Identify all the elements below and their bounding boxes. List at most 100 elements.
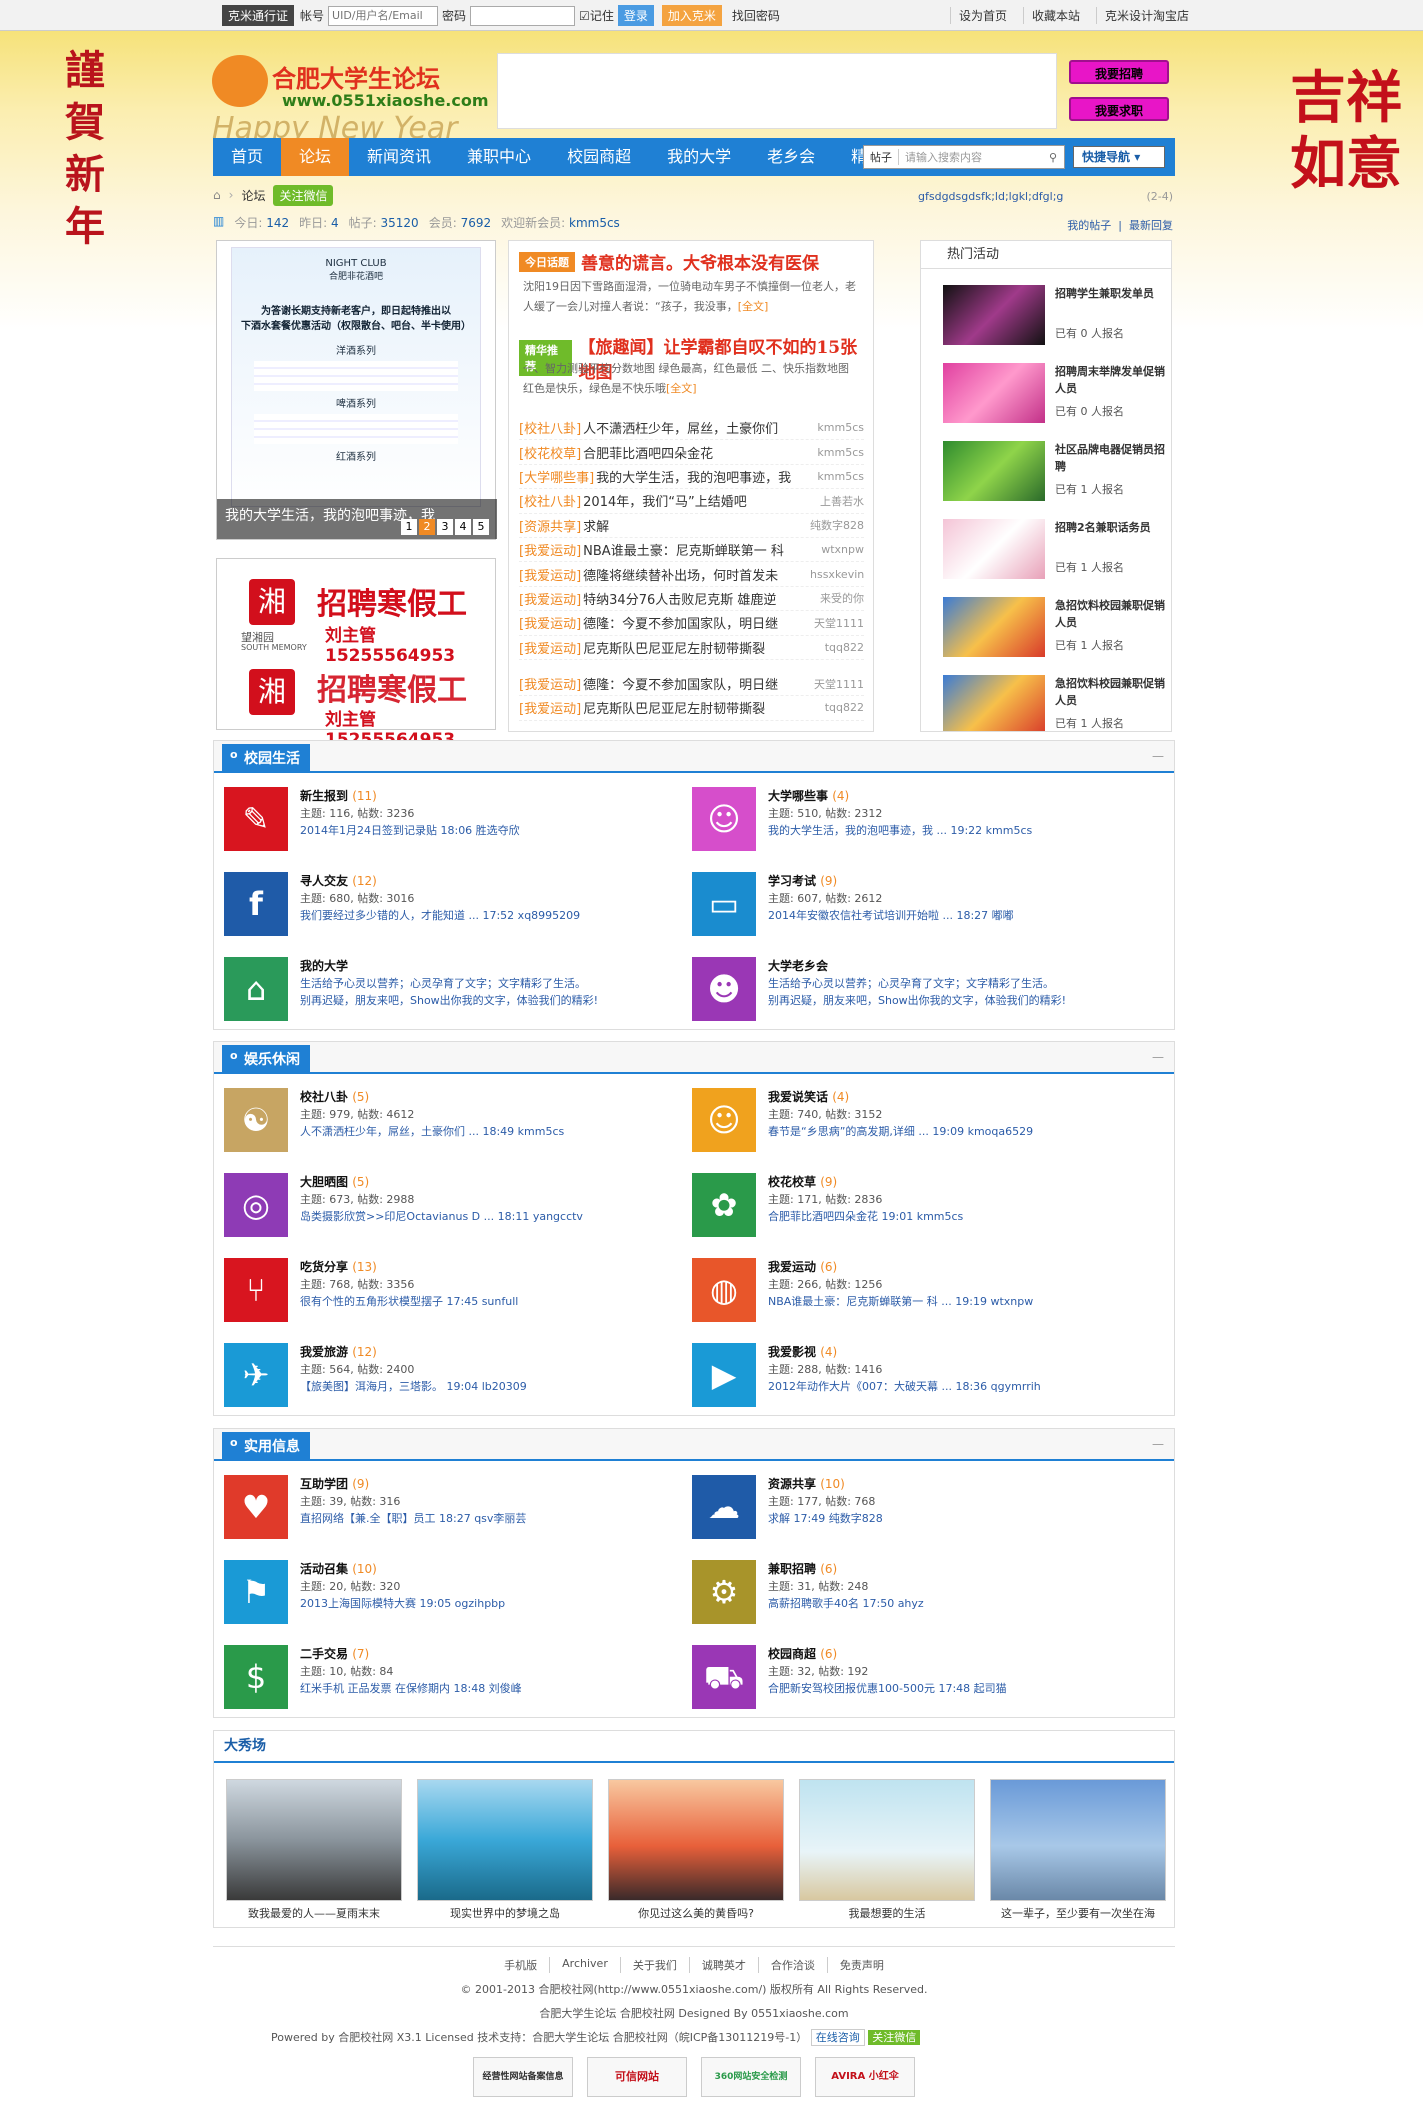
icp-badge[interactable]: 经营性网站备案信息 [473, 2057, 573, 2097]
forum-item[interactable]: ☺ 我爱说笑话 (4) 主题: 740, 帖数: 3152 春节是“乡思病”的高发期,… [682, 1084, 1142, 1154]
nav-my-university[interactable]: 我的大学 [649, 138, 749, 176]
activity-item[interactable]: 急招饮料校园兼职促销人员 已有 1 人报名 [943, 673, 1171, 731]
slide-page-3[interactable]: 3 [437, 519, 453, 535]
account-input[interactable] [328, 5, 439, 26]
slide-page-2[interactable]: 2 [419, 519, 435, 535]
footer-link-disclaimer[interactable]: 免责声明 [826, 1957, 896, 1973]
forum-item[interactable]: ◍ 我爱运动 (6) 主题: 266, 帖数: 1256 NBA谁最土豪：尼克斯蝉联第… [682, 1254, 1142, 1324]
forum-item[interactable]: ☺ 大学哪些事 (4) 主题: 510, 帖数: 2312 我的大学生活，我的泡吧事迹… [682, 783, 1142, 853]
forum-item[interactable]: ▶ 我爱影视 (4) 主题: 288, 帖数: 1416 2012年动作大片《007：… [682, 1339, 1142, 1409]
collapse-icon[interactable]: — [1152, 749, 1164, 763]
collapse-icon[interactable]: — [1152, 1437, 1164, 1451]
list-item[interactable]: [大学哪些事] 我的大学生活，我的泡吧事迹，我 kmm5cs [519, 465, 864, 490]
list-item[interactable]: [我爱运动] 特纳34分76人击败尼克斯 雄鹿逆 来受的你 [519, 587, 864, 612]
search-input[interactable]: 请输入搜索内容 [899, 149, 1042, 165]
remember-checkbox[interactable]: ☑ [579, 9, 590, 23]
collapse-icon[interactable]: — [1152, 1050, 1164, 1064]
activity-item[interactable]: 招聘周末举牌发单促销人员 已有 0 人报名 [943, 361, 1171, 439]
showcase-photo[interactable]: 这一辈子，至少要有一次坐在海 [990, 1779, 1166, 1921]
avira-badge[interactable]: AVIRA 小红伞 [815, 2057, 915, 2097]
footer-link-mobile[interactable]: 手机版 [492, 1957, 549, 1973]
follow-wechat-button[interactable]: 关注微信 [273, 184, 334, 206]
section-title[interactable]: 实用信息 [222, 1432, 310, 1461]
forum-item[interactable]: ☁ 资源共享 (10) 主题: 177, 帖数: 768 求解 17:49 纯数字82… [682, 1471, 1142, 1541]
bookmark-link[interactable]: 收藏本站 [1022, 7, 1088, 24]
featured-fulltext-link[interactable]: [全文] [666, 382, 697, 395]
activity-item[interactable]: 招聘学生兼职发单员 已有 0 人报名 [943, 283, 1171, 361]
today-topic-title[interactable]: 善意的谎言。大爷根本没有医保 [581, 249, 819, 274]
activity-item[interactable]: 招聘2名兼职话务员 已有 1 人报名 [943, 517, 1171, 595]
find-password-link[interactable]: 找回密码 [732, 7, 780, 24]
forum-item[interactable]: ✈ 我爱旅游 (12) 主题: 564, 帖数: 2400 【旅美图】洱海月，三塔影。… [214, 1339, 674, 1409]
quick-nav-button[interactable]: 快捷导航 ▾ [1073, 146, 1165, 168]
winter-job-ad[interactable]: 湘 望湘园 SOUTH MEMORY 招聘寒假工 刘主管15255564953 … [216, 558, 496, 750]
nav-parttime[interactable]: 兼职中心 [449, 138, 549, 176]
job-seek-button[interactable]: 我要求职 [1069, 97, 1169, 121]
showcase-photo[interactable]: 我最想要的生活 [799, 1779, 975, 1921]
forum-item[interactable]: ☯ 校社八卦 (5) 主题: 979, 帖数: 4612 人不潇洒枉少年，屌丝，土豪你… [214, 1084, 674, 1154]
login-button[interactable]: 登录 [617, 5, 654, 26]
list-item[interactable]: [校花校草] 合肥菲比酒吧四朵金花 kmm5cs [519, 440, 864, 465]
nav-home[interactable]: 首页 [213, 138, 281, 176]
forum-item[interactable]: ⌂ 我的大学 生活给予心灵以营养；心灵孕育了文字；文字精彩了生活。 别再迟疑，朋友来吧… [214, 953, 674, 1023]
slide-page-1[interactable]: 1 [401, 519, 417, 535]
showcase-photo[interactable]: 你见过这么美的黄昏吗? [608, 1779, 784, 1921]
list-item[interactable]: [我爱运动] 尼克斯队巴尼亚尼左肘韧带撕裂 tqq822 [519, 696, 864, 721]
online-consult-button[interactable]: 在线咨询 [810, 2029, 865, 2046]
forum-item[interactable]: ✎ 新生报到 (11) 主题: 116, 帖数: 3236 2014年1月24日签到记… [214, 783, 674, 853]
section-title[interactable]: 娱乐休闲 [222, 1045, 310, 1074]
search-icon[interactable]: ⚲ [1042, 151, 1064, 164]
activity-item[interactable]: 急招饮料校园兼职促销人员 已有 1 人报名 [943, 595, 1171, 673]
forum-item[interactable]: $ 二手交易 (7) 主题: 10, 帖数: 84 红米手机 正品发票 在保修期内 1… [214, 1641, 674, 1711]
forum-item[interactable]: ◎ 大胆晒图 (5) 主题: 673, 帖数: 2988 岛类摄影欣赏>>印尼Octa… [214, 1169, 674, 1239]
forum-item[interactable]: ⚙ 兼职招聘 (6) 主题: 31, 帖数: 248 高薪招聘歌手40名 17:50 … [682, 1556, 1142, 1626]
site-logo[interactable]: 合肥大学生论坛 www.0551xiaoshe.com Happy New Ye… [212, 55, 512, 146]
nav-news[interactable]: 新闻资讯 [349, 138, 449, 176]
nav-hometown[interactable]: 老乡会 [749, 138, 833, 176]
footer-link-jobs[interactable]: 诚聘英才 [688, 1957, 758, 1973]
my-posts-link[interactable]: 我的帖子 [1067, 219, 1111, 232]
set-homepage-link[interactable]: 设为首页 [949, 7, 1015, 24]
list-item[interactable]: [校社八卦] 2014年，我们“马”上结婚吧 上善若水 [519, 489, 864, 514]
trusted-site-badge[interactable]: 可信网站 [587, 2057, 687, 2097]
list-item[interactable]: [我爱运动] 德隆：今夏不参加国家队，明日继 天堂1111 [519, 672, 864, 697]
taobao-shop-link[interactable]: 克米设计淘宝店 [1095, 7, 1197, 24]
list-item[interactable]: [我爱运动] 德隆：今夏不参加国家队，明日继 天堂1111 [519, 611, 864, 636]
360-security-badge[interactable]: 360网站安全检测 [701, 2057, 801, 2097]
footer-link-cooperation[interactable]: 合作洽谈 [757, 1957, 827, 1973]
home-icon[interactable]: ⌂ [213, 188, 221, 202]
slide-page-4[interactable]: 4 [455, 519, 471, 535]
forum-item[interactable]: f 寻人交友 (12) 主题: 680, 帖数: 3016 我们要经过多少错的人，才能… [214, 868, 674, 938]
forum-item[interactable]: ⑂ 吃货分享 (13) 主题: 768, 帖数: 3356 很有个性的五角形状模型摆子… [214, 1254, 674, 1324]
footer-link-about[interactable]: 关于我们 [619, 1957, 689, 1973]
image-slideshow[interactable]: NIGHT CLUB 合肥非花酒吧 为答谢长期支持新老客户，即日起特推出以 下酒… [216, 240, 497, 540]
list-item[interactable]: [我爱运动] NBA谁最土豪：尼克斯蝉联第一 科 wtxnpw [519, 538, 864, 563]
forum-item[interactable]: ♥ 互助学团 (9) 主题: 39, 帖数: 316 直招网络【兼.全【职】员工 18… [214, 1471, 674, 1541]
list-item[interactable]: [我爱运动] 德隆将继续替补出场，何时首发未 hssxkevin [519, 562, 864, 587]
list-item[interactable]: [资源共享] 求解 纯数字828 [519, 514, 864, 538]
today-topic-fulltext-link[interactable]: [全文] [738, 300, 769, 313]
forum-item[interactable]: ⛟ 校园商超 (6) 主题: 32, 帖数: 192 合肥新安驾校团报优惠100-50… [682, 1641, 1142, 1711]
search-scope-select[interactable]: 帖子 [864, 149, 899, 165]
forum-item[interactable]: ▭ 学习考试 (9) 主题: 607, 帖数: 2612 2014年安徽农信社考试培训… [682, 868, 1142, 938]
footer-wechat-button[interactable]: 关注微信 [868, 2030, 921, 2045]
activity-item[interactable]: 社区品牌电器促销员招聘 已有 1 人报名 [943, 439, 1171, 517]
forum-item[interactable]: ☻ 大学老乡会 生活给予心灵以营养；心灵孕育了文字；文字精彩了生活。 别再迟疑，朋友来… [682, 953, 1142, 1023]
slide-page-5[interactable]: 5 [473, 519, 489, 535]
breadcrumb-current[interactable]: 论坛 [241, 187, 265, 204]
list-item[interactable]: [校社八卦] 人不潇洒枉少年，屌丝，土豪你们 kmm5cs [519, 416, 864, 441]
nav-campus-store[interactable]: 校园商超 [549, 138, 649, 176]
forum-item[interactable]: ✿ 校花校草 (9) 主题: 171, 帖数: 2836 合肥菲比酒吧四朵金花 19:… [682, 1169, 1142, 1239]
hire-button[interactable]: 我要招聘 [1069, 60, 1169, 84]
latest-replies-link[interactable]: 最新回复 [1129, 219, 1173, 232]
footer-link-archiver[interactable]: Archiver [549, 1957, 620, 1973]
notice-link[interactable]: gfsdgdsgdsfk;ld;lgkl;dfgl;g [918, 190, 1063, 203]
new-member-link[interactable]: kmm5cs [569, 216, 620, 230]
list-item[interactable]: [我爱运动] 尼克斯队巴尼亚尼左肘韧带撕裂 tqq822 [519, 636, 864, 660]
section-title[interactable]: 校园生活 [222, 744, 310, 773]
password-input[interactable] [470, 5, 576, 26]
showcase-photo[interactable]: 致我最爱的人——夏雨末末 [226, 1779, 402, 1921]
nav-forum[interactable]: 论坛 [281, 138, 350, 176]
showcase-photo[interactable]: 现实世界中的梦境之岛 [417, 1779, 593, 1921]
join-button[interactable]: 加入克米 [661, 5, 722, 26]
